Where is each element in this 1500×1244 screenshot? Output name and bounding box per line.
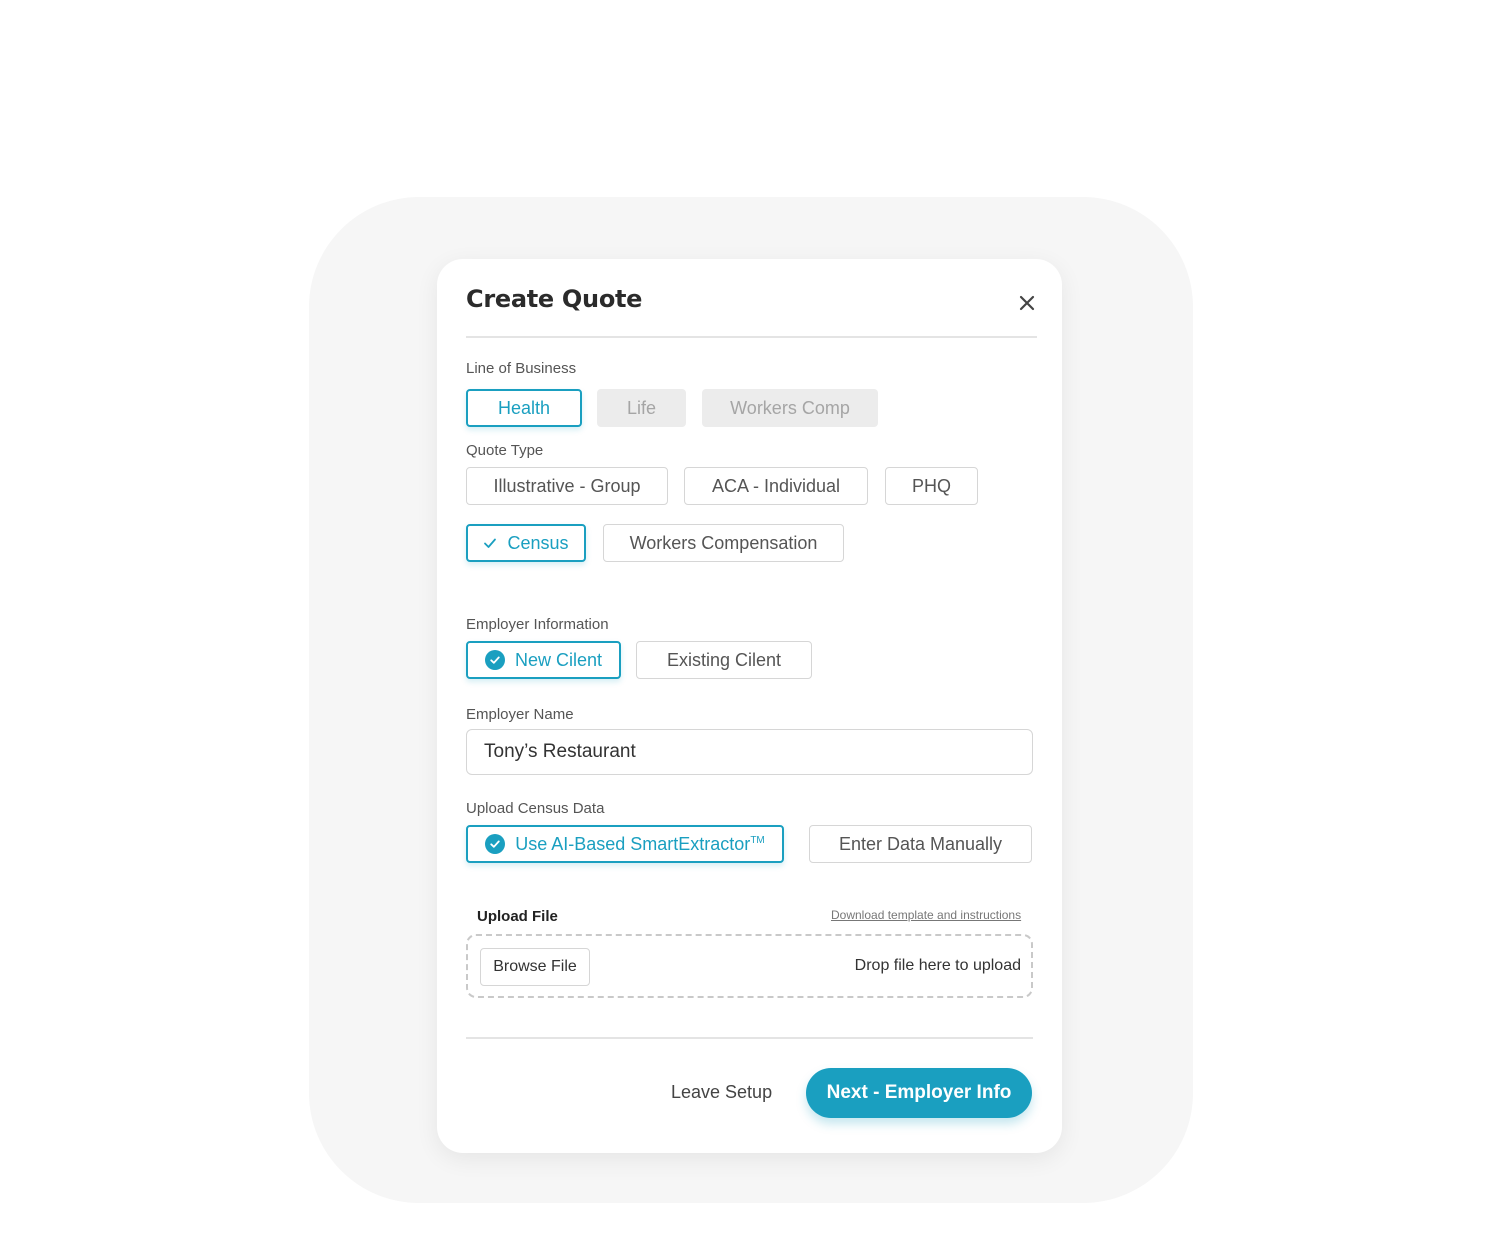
quote-type-illustrative-group[interactable]: Illustrative - Group xyxy=(466,467,668,505)
option-label: Life xyxy=(626,397,657,418)
lob-workers-comp-option: Workers Comp xyxy=(702,389,878,427)
employer-new-client-option[interactable]: New Cilent xyxy=(466,641,621,679)
option-label: Workers Compensation xyxy=(629,532,818,553)
drop-hint: Drop file here to upload xyxy=(854,957,1021,974)
option-label: Use AI-Based SmartExtractorTM xyxy=(515,834,765,855)
enter-data-manually-option[interactable]: Enter Data Manually xyxy=(809,825,1032,863)
leave-setup-button[interactable]: Leave Setup xyxy=(671,1082,772,1103)
upload-file-title: Upload File xyxy=(477,908,558,925)
employer-name-value: Tony’s Restaurant xyxy=(484,741,636,762)
check-icon xyxy=(484,538,497,548)
employer-name-input[interactable]: Tony’s Restaurant xyxy=(466,729,1033,775)
option-label: Illustrative - Group xyxy=(493,475,641,496)
trademark-mark: TM xyxy=(750,834,765,846)
close-icon[interactable] xyxy=(1017,293,1037,313)
employer-existing-client-option[interactable]: Existing Cilent xyxy=(636,641,812,679)
option-label: Workers Comp xyxy=(730,397,850,418)
line-of-business-label: Line of Business xyxy=(466,360,577,377)
option-label: ACA - Individual xyxy=(711,475,841,496)
employer-name-label: Employer Name xyxy=(466,706,574,723)
check-circle-icon xyxy=(485,834,506,854)
file-dropzone[interactable]: Browse File Drop file here to upload xyxy=(466,934,1033,998)
create-quote-dialog: Create Quote Line of Business Health Lif… xyxy=(437,259,1062,1153)
option-label: Health xyxy=(497,397,551,418)
lob-health-option[interactable]: Health xyxy=(466,389,582,427)
option-label: Enter Data Manually xyxy=(838,833,1003,854)
quote-type-census[interactable]: Census xyxy=(466,524,586,562)
smart-extractor-label: Use AI-Based SmartExtractor xyxy=(515,833,751,854)
lob-life-option: Life xyxy=(597,389,686,427)
quote-type-phq[interactable]: PHQ xyxy=(885,467,978,505)
option-label: New Cilent xyxy=(514,649,603,670)
option-label: Census xyxy=(507,532,569,553)
quote-type-workers-compensation[interactable]: Workers Compensation xyxy=(603,524,844,562)
upload-census-label: Upload Census Data xyxy=(466,800,605,817)
option-label: Existing Cilent xyxy=(666,649,782,670)
footer-divider xyxy=(466,1037,1033,1039)
next-employer-info-button[interactable]: Next - Employer Info xyxy=(806,1068,1032,1118)
dialog-title: Create Quote xyxy=(466,285,643,313)
check-circle-icon xyxy=(484,650,505,670)
employer-information-label: Employer Information xyxy=(466,616,609,633)
option-label: PHQ xyxy=(911,475,951,496)
smart-extractor-option[interactable]: Use AI-Based SmartExtractorTM xyxy=(466,825,784,863)
page: Create Quote Line of Business Health Lif… xyxy=(0,0,1500,1244)
quote-type-aca-individual[interactable]: ACA - Individual xyxy=(684,467,868,505)
quote-type-label: Quote Type xyxy=(466,442,544,459)
download-template-link[interactable]: Download template and instructions xyxy=(831,908,1021,922)
header-divider xyxy=(466,336,1037,338)
browse-file-button[interactable]: Browse File xyxy=(480,948,590,986)
